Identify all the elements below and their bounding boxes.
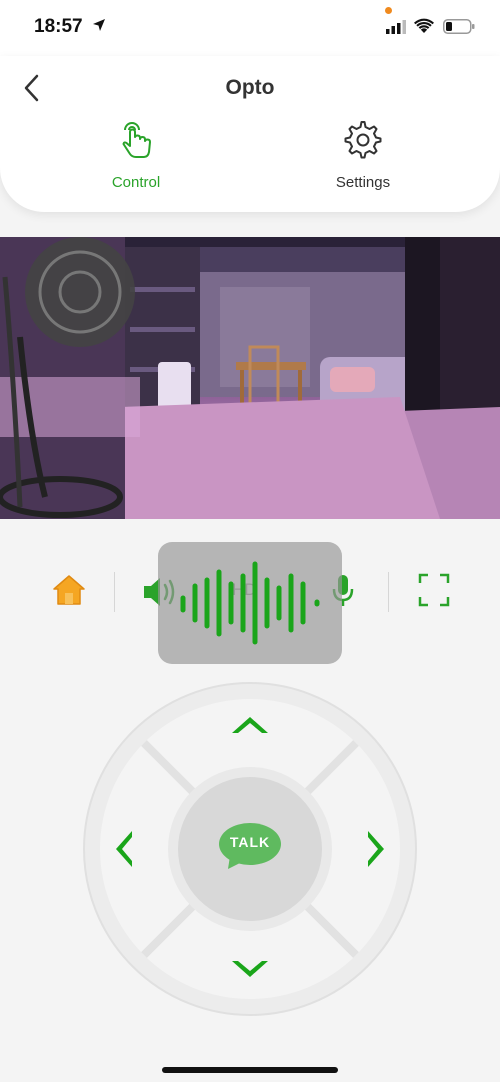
status-time: 18:57 xyxy=(34,16,83,37)
hand-tap-icon xyxy=(122,122,151,158)
dpad-up-button[interactable] xyxy=(230,713,270,737)
tab-settings-label: Settings xyxy=(335,174,391,191)
toolbar-divider xyxy=(388,572,389,612)
chevron-up-icon xyxy=(232,717,268,733)
location-arrow-icon xyxy=(93,19,105,31)
talk-button[interactable]: TALK xyxy=(218,822,282,870)
chevron-left-icon xyxy=(116,831,132,867)
recording-indicator-dot xyxy=(385,7,392,14)
dpad-down-button[interactable] xyxy=(230,957,270,981)
home-icon[interactable] xyxy=(52,574,86,606)
dpad-right-button[interactable] xyxy=(364,829,388,869)
waveform-icon xyxy=(180,561,320,645)
status-bar: 18:57 xyxy=(0,0,500,56)
chevron-right-icon xyxy=(368,831,384,867)
dpad-left-button[interactable] xyxy=(112,829,136,869)
header: Opto Control Settings xyxy=(0,56,500,212)
talk-label: TALK xyxy=(229,834,271,850)
fullscreen-icon[interactable] xyxy=(418,573,450,607)
tab-control-label: Control xyxy=(111,174,161,191)
tab-settings[interactable]: Settings xyxy=(303,120,423,200)
wifi-icon xyxy=(414,18,434,33)
tab-control[interactable]: Control xyxy=(76,120,196,200)
toolbar-divider xyxy=(114,572,115,612)
direction-pad: TALK xyxy=(82,681,418,1017)
camera-live-view[interactable] xyxy=(0,237,500,519)
page-title: Opto xyxy=(225,76,275,99)
voice-recording-overlay xyxy=(158,542,342,664)
cellular-signal-icon xyxy=(386,20,406,34)
gear-icon xyxy=(344,121,382,159)
home-indicator[interactable] xyxy=(162,1067,338,1073)
camera-scene xyxy=(0,237,500,519)
chevron-down-icon xyxy=(232,961,268,977)
battery-icon xyxy=(443,19,475,34)
